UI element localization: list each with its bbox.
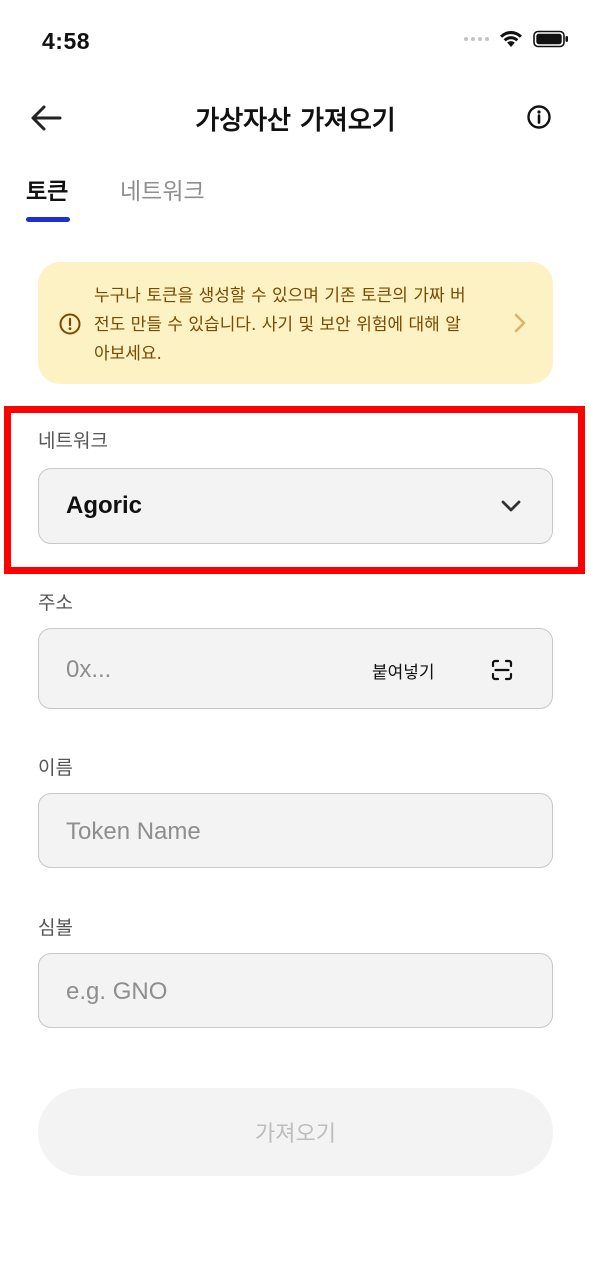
address-label: 주소: [38, 592, 73, 614]
warning-banner[interactable]: 누구나 토큰을 생성할 수 있으며 기존 토큰의 가짜 버 전도 만들 수 있습…: [38, 262, 553, 384]
status-indicators: [464, 30, 569, 48]
tab-network[interactable]: 네트워크: [120, 172, 205, 206]
warning-line: 아보세요.: [94, 344, 162, 364]
symbol-input[interactable]: e.g. GNO: [38, 953, 553, 1028]
tab-token[interactable]: 토큰: [26, 172, 68, 206]
name-label: 이름: [38, 757, 73, 779]
alert-circle-icon: [59, 313, 81, 335]
symbol-label: 심볼: [38, 917, 73, 939]
signal-icon: [464, 37, 489, 41]
address-placeholder: 0x...: [66, 656, 112, 683]
wifi-icon: [500, 31, 522, 47]
scan-icon[interactable]: [490, 658, 514, 682]
symbol-placeholder: e.g. GNO: [66, 978, 168, 1005]
network-label: 네트워크: [38, 430, 108, 452]
address-input[interactable]: 0x... 붙여넣기: [38, 628, 553, 709]
battery-icon: [533, 30, 568, 48]
chevron-down-icon: [501, 500, 521, 512]
status-time: 4:58: [42, 28, 91, 54]
chevron-right-icon: [514, 313, 526, 333]
import-asset-screen: 4:58 가상자산 가져오기 토큰 네트워크 누구나 토큰을 생성할 수 있으며…: [0, 0, 591, 1280]
page-title: 가상자산 가져오기: [195, 106, 396, 136]
token-name-placeholder: Token Name: [66, 818, 201, 845]
network-value: Agoric: [66, 492, 143, 519]
network-select[interactable]: Agoric: [38, 468, 553, 544]
import-button[interactable]: 가져오기: [38, 1088, 553, 1176]
warning-line: 누구나 토큰을 생성할 수 있으며 기존 토큰의 가짜 버: [94, 286, 466, 306]
warning-line: 전도 만들 수 있습니다. 사기 및 보안 위험에 대해 알: [94, 315, 461, 335]
warning-text: 누구나 토큰을 생성할 수 있으며 기존 토큰의 가짜 버 전도 만들 수 있습…: [94, 282, 494, 369]
active-tab-indicator: [26, 217, 70, 222]
token-name-input[interactable]: Token Name: [38, 793, 553, 868]
info-button[interactable]: [525, 103, 553, 131]
info-icon: [527, 105, 551, 129]
paste-button[interactable]: 붙여넣기: [372, 658, 435, 683]
